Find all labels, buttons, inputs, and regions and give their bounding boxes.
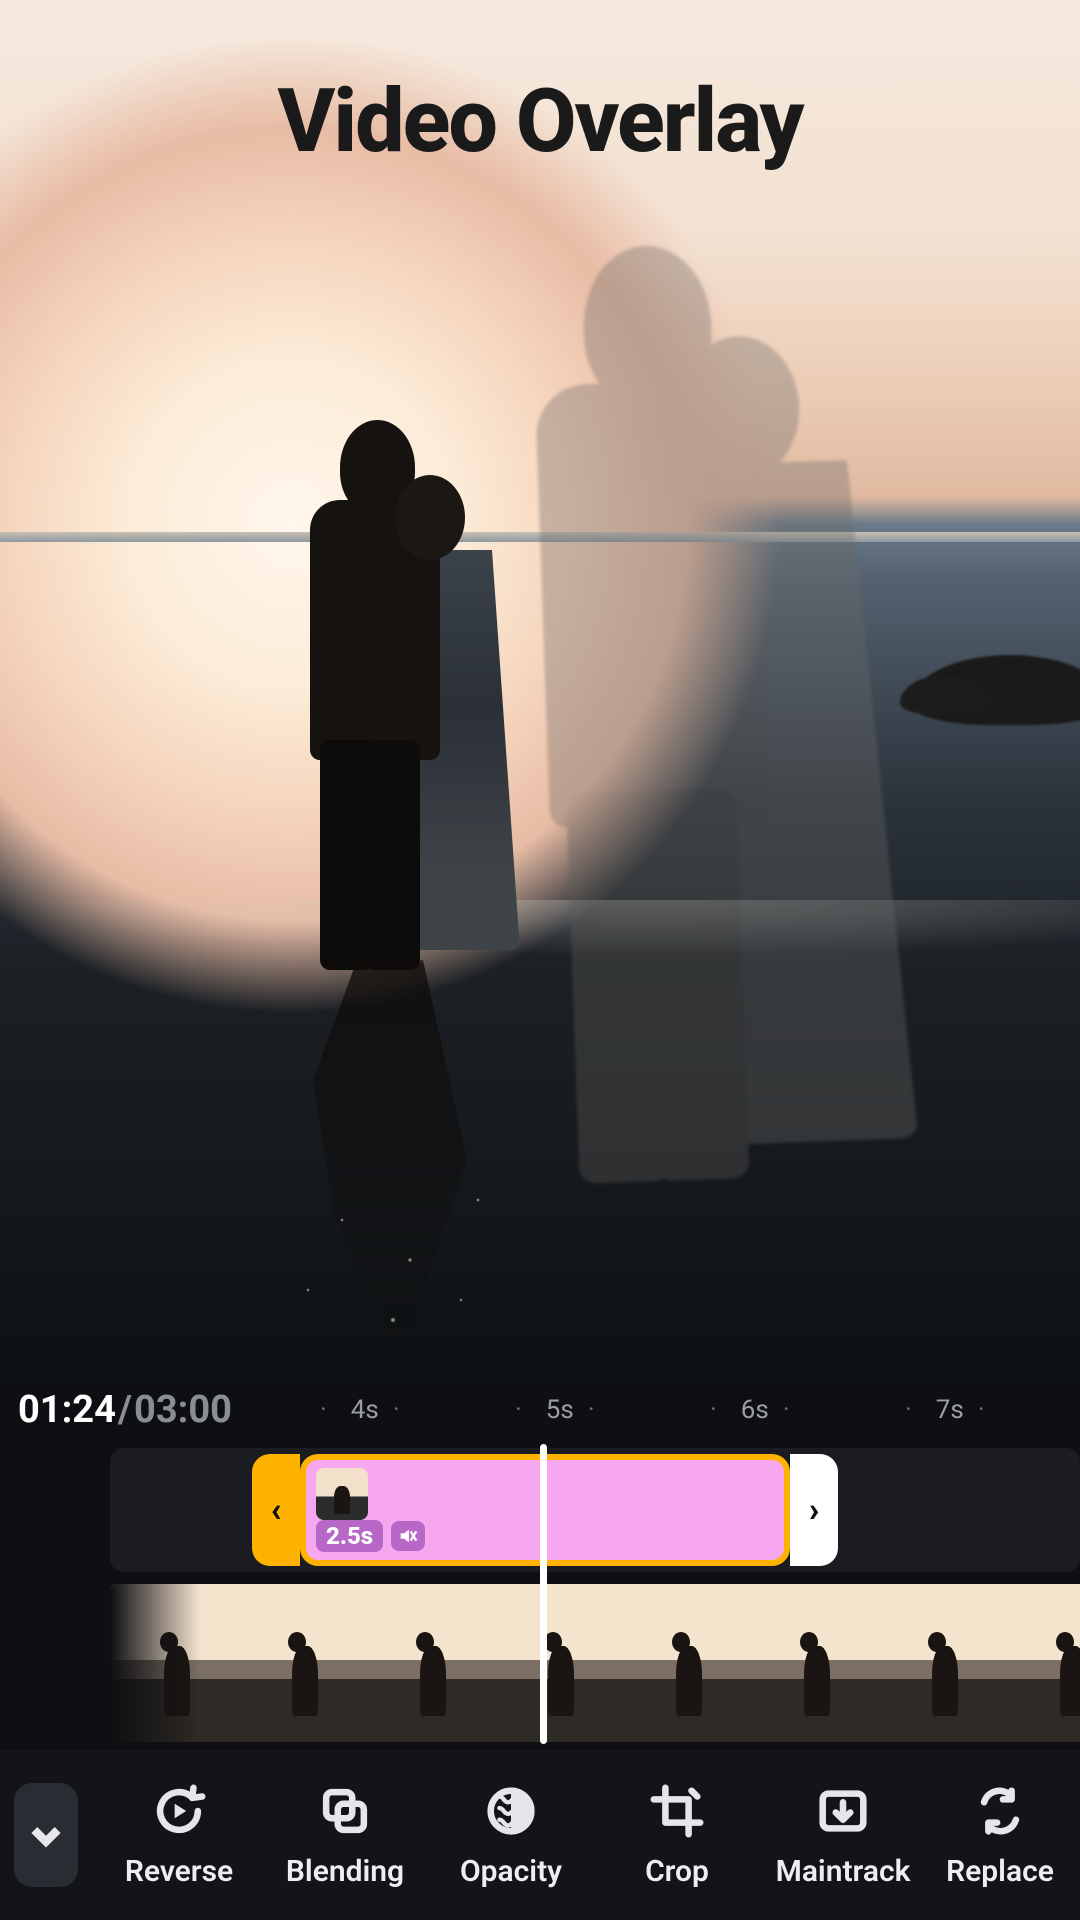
maintrack-icon [814, 1782, 872, 1840]
ruler-ticks: 4s 5s 6s 7s [240, 1380, 1080, 1440]
overlay-track[interactable]: ‹ 2.5s › [110, 1448, 1080, 1572]
clip-duration-badge: 2.5s [316, 1520, 383, 1552]
video-frame-thumb [622, 1584, 750, 1742]
video-frame-thumb [750, 1584, 878, 1742]
replace-icon [971, 1782, 1029, 1840]
blending-button[interactable]: Blending [266, 1782, 424, 1889]
main-lane[interactable] [110, 1584, 1080, 1742]
reverse-button[interactable]: Reverse [100, 1782, 258, 1889]
tool-label: Blending [286, 1854, 404, 1889]
ruler-tick: 5s [515, 1395, 605, 1425]
video-frame-thumb [494, 1584, 622, 1742]
feature-title: Video Overlay [0, 70, 1080, 173]
playhead[interactable] [540, 1444, 547, 1744]
editor-panel: 01:24/03:00 4s 5s 6s 7s ‹ 2.5s [0, 1380, 1080, 1920]
tool-label: Crop [645, 1854, 709, 1889]
edit-toolbar: Reverse Blending Opacity Crop [0, 1750, 1080, 1920]
ruler-tick: 7s [905, 1395, 995, 1425]
tool-label: Replace [946, 1854, 1054, 1889]
video-frame-thumb [366, 1584, 494, 1742]
ruler-tick: 6s [710, 1395, 800, 1425]
tool-label: Reverse [125, 1854, 233, 1889]
clip-trim-handle-right[interactable]: › [790, 1454, 838, 1566]
video-frame-thumb [238, 1584, 366, 1742]
time-separator: / [116, 1388, 134, 1432]
clip-thumbnail [316, 1468, 368, 1520]
sparkles-decoration [240, 1180, 580, 1380]
main-subject [310, 420, 510, 980]
mute-icon [391, 1521, 425, 1551]
tool-label: Maintrack [776, 1854, 911, 1889]
video-frame-thumb [1006, 1584, 1080, 1742]
main-video-track[interactable] [110, 1584, 1080, 1742]
chevron-right-icon: › [809, 1490, 819, 1530]
chevron-down-icon [26, 1815, 66, 1855]
time-total: 03:00 [134, 1388, 232, 1432]
overlay-ghost-subject [530, 224, 1080, 1380]
tool-label: Opacity [460, 1854, 562, 1889]
video-frame-thumb [110, 1584, 238, 1742]
opacity-button[interactable]: Opacity [432, 1782, 590, 1889]
time-display: 01:24/03:00 [0, 1388, 232, 1432]
chevron-left-icon: ‹ [271, 1490, 282, 1530]
ruler-tick: 4s [320, 1395, 410, 1425]
time-current: 01:24 [18, 1388, 116, 1432]
clip-trim-handle-left[interactable]: ‹ [252, 1454, 300, 1566]
opacity-icon [482, 1782, 540, 1840]
blending-icon [316, 1782, 374, 1840]
video-preview[interactable]: Video Overlay [0, 0, 1080, 1380]
crop-button[interactable]: Crop [598, 1782, 756, 1889]
maintrack-button[interactable]: Maintrack [764, 1782, 922, 1889]
replace-button[interactable]: Replace [930, 1782, 1070, 1889]
crop-icon [648, 1782, 706, 1840]
reverse-icon [150, 1782, 208, 1840]
collapse-toolbar-button[interactable] [14, 1783, 78, 1887]
time-ruler[interactable]: 01:24/03:00 4s 5s 6s 7s [0, 1380, 1080, 1440]
video-frame-thumb [878, 1584, 1006, 1742]
